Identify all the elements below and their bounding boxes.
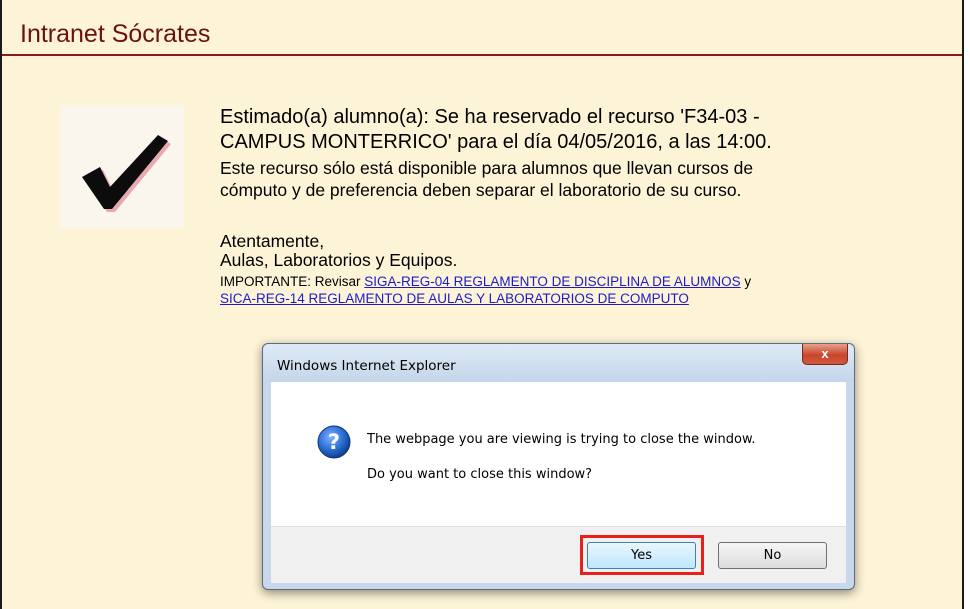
reservation-message: Estimado(a) alumno(a): Se ha reservado e… xyxy=(220,105,950,307)
no-button[interactable]: No xyxy=(718,542,827,569)
message-subline: cómputo y de preferencia deben separar e… xyxy=(220,180,742,200)
dialog-title: Windows Internet Explorer xyxy=(277,358,456,374)
important-conjunction: y xyxy=(744,274,752,289)
page-title: Intranet Sócrates xyxy=(20,20,211,48)
signoff-department: Aulas, Laboratorios y Equipos. xyxy=(220,250,458,270)
dialog-body xyxy=(271,382,846,526)
link-discipline-regulation[interactable]: SIGA-REG-04 REGLAMENTO DE DISCIPLINA DE … xyxy=(364,274,740,289)
dialog-question: Do you want to close this window? xyxy=(367,467,593,482)
link-classroom-regulation[interactable]: SICA-REG-14 REGLAMENTO DE AULAS Y LABORA… xyxy=(220,291,689,306)
close-icon[interactable]: x xyxy=(802,344,848,365)
svg-text:?: ? xyxy=(328,430,340,454)
important-notice: IMPORTANTE: Revisar SIGA-REG-04 REGLAMEN… xyxy=(220,273,950,307)
signoff-greeting: Atentamente, xyxy=(220,231,325,251)
page-header: Intranet Sócrates xyxy=(2,0,962,56)
message-line: CAMPUS MONTERRICO' para el día 04/05/201… xyxy=(220,131,772,153)
dialog-titlebar[interactable]: Windows Internet Explorer x xyxy=(263,344,854,382)
close-window-dialog: Windows Internet Explorer x ? The webpag… xyxy=(262,343,855,590)
dialog-message: The webpage you are viewing is trying to… xyxy=(367,432,756,447)
important-prefix: IMPORTANTE: Revisar xyxy=(220,274,361,289)
message-subline: Este recurso sólo está disponible para a… xyxy=(220,158,754,178)
message-line: Estimado(a) alumno(a): Se ha reservado e… xyxy=(220,106,760,128)
checkmark-icon xyxy=(60,105,184,228)
yes-button-highlight xyxy=(580,535,704,575)
question-icon: ? xyxy=(317,425,351,459)
